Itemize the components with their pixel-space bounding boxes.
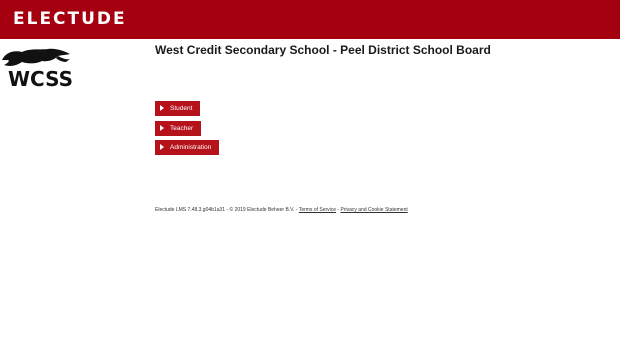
administration-button[interactable]: Administration [155,140,220,155]
play-arrow-icon [160,125,164,131]
page-title: West Credit Secondary School - Peel Dist… [155,43,491,57]
privacy-link[interactable]: Privacy and Cookie Statement [341,207,408,213]
teacher-button[interactable]: Teacher [155,121,202,136]
wcss-logo: WCSS [0,46,74,91]
play-arrow-icon [160,144,164,150]
footer: Electude LMS 7.48.3.g04b1a31 - © 2019 El… [155,207,408,213]
student-button-label: Student [170,105,193,112]
footer-separator: - [337,207,340,213]
electude-logo[interactable]: ELECTUDE [13,10,127,28]
student-button[interactable]: Student [155,101,201,116]
version-text: Electude LMS 7.48.3.g04b1a31 - © 2019 El… [155,207,298,213]
wcss-logo-text: WCSS [8,67,73,90]
administration-button-label: Administration [170,144,212,151]
play-arrow-icon [160,105,164,111]
teacher-button-label: Teacher [170,125,194,132]
terms-link[interactable]: Terms of Service [299,207,336,213]
header-bar: ELECTUDE [0,0,620,39]
